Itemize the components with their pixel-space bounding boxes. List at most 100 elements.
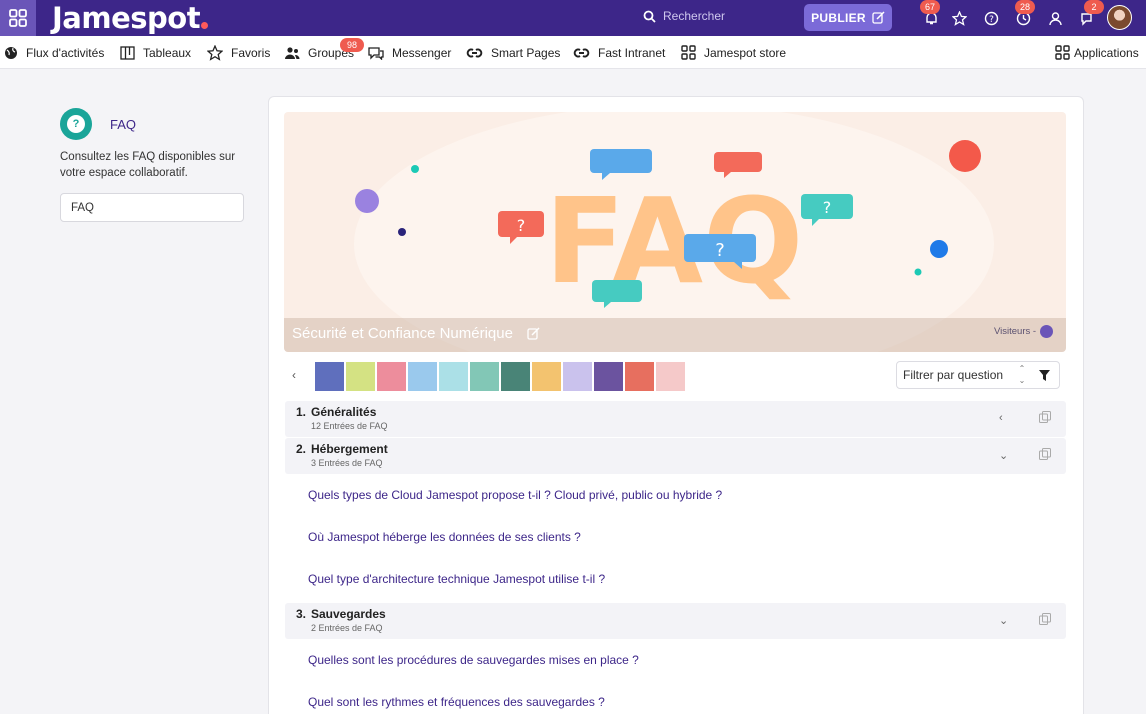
search-field[interactable]: Rechercher — [643, 9, 725, 23]
faq-section[interactable]: 3. Sauvegardes 2 Entrées de FAQ ⌄ — [285, 603, 1066, 639]
nav-item-messenger[interactable]: Messenger — [368, 36, 451, 69]
filter-label: Filtrer par question — [903, 368, 1004, 382]
thumbnails-prev-button[interactable]: ‹ — [292, 368, 296, 382]
faq-section[interactable]: 1. Généralités 12 Entrées de FAQ ‹ — [285, 401, 1066, 437]
user-avatar[interactable] — [1107, 5, 1132, 30]
link-icon — [573, 48, 590, 57]
nav-item-fast-intranet[interactable]: Fast Intranet — [573, 36, 665, 69]
messages-badge: 2 — [1084, 0, 1104, 14]
thumbnail-strip — [314, 361, 686, 392]
svg-text:?: ? — [823, 198, 832, 217]
help-icon: ? — [67, 115, 85, 133]
nav-item-store[interactable]: Jamespot store — [681, 36, 786, 69]
logo-text: Jamespot — [52, 1, 201, 35]
section-title: Généralités — [311, 405, 377, 419]
filter-icon[interactable] — [1039, 370, 1050, 381]
faq-illustration-text: FAQ — [545, 172, 804, 310]
nav-label: Smart Pages — [491, 45, 561, 60]
apps-grid-icon — [9, 9, 27, 27]
banner-thumbnail[interactable] — [562, 361, 593, 392]
notifications-badge: 67 — [920, 0, 940, 14]
banner-thumbnail[interactable] — [593, 361, 624, 392]
faq-question-link[interactable]: Quels types de Cloud Jamespot propose t-… — [308, 488, 722, 502]
nav-label: Flux d'activités — [26, 45, 105, 60]
search-icon — [643, 10, 656, 23]
chevron-down-icon[interactable]: ⌄ — [999, 449, 1008, 462]
section-title: Hébergement — [311, 442, 388, 456]
banner-thumbnail[interactable] — [345, 361, 376, 392]
profile-button[interactable] — [1046, 9, 1064, 27]
help-button[interactable]: ? — [982, 9, 1000, 27]
board-icon — [120, 45, 135, 60]
grid-icon — [1055, 45, 1070, 60]
faq-question-link[interactable]: Quel sont les rythmes et fréquences des … — [308, 695, 605, 709]
publish-label: PUBLIER — [811, 10, 866, 25]
nav-item-favorites[interactable]: Favoris — [207, 36, 270, 69]
logo-dot — [201, 21, 209, 29]
section-number: 2. — [296, 442, 307, 456]
nav-item-boards[interactable]: Tableaux — [120, 36, 191, 69]
svg-text:?: ? — [715, 240, 725, 261]
chevron-down-icon[interactable]: ⌄ — [999, 614, 1008, 627]
star-icon — [951, 10, 967, 26]
nav-label: Fast Intranet — [598, 45, 666, 60]
section-title: Sauvegardes — [311, 607, 386, 621]
banner-thumbnail[interactable] — [500, 361, 531, 392]
faq-question-link[interactable]: Où Jamespot héberge les données de ses c… — [308, 530, 581, 544]
star-icon — [207, 44, 223, 61]
section-number: 3. — [296, 607, 307, 621]
banner-thumbnail[interactable] — [655, 361, 686, 392]
history-badge: 28 — [1015, 0, 1035, 14]
nav-label: Favoris — [231, 45, 271, 60]
faq-question-link[interactable]: Quelles sont les procédures de sauvegard… — [308, 653, 639, 667]
faq-space-title: Sécurité et Confiance Numérique — [292, 325, 513, 342]
favorites-button[interactable] — [950, 9, 968, 27]
section-count: 2 Entrées de FAQ — [311, 623, 383, 633]
banner-title: Sécurité et Confiance Numérique — [292, 325, 540, 342]
user-icon — [1048, 11, 1062, 25]
faq-search-input[interactable] — [60, 193, 244, 222]
faq-title[interactable]: FAQ — [110, 117, 136, 132]
visibility-globe-icon — [1040, 325, 1054, 338]
group-icon — [285, 46, 300, 59]
copy-icon[interactable] — [1039, 448, 1051, 460]
filter-select[interactable]: Filtrer par question ⌃ ⌄ — [896, 361, 1060, 389]
banner-thumbnail[interactable] — [438, 361, 469, 392]
chat-icon — [368, 46, 384, 60]
visibility-indicator[interactable]: Visiteurs - — [994, 325, 1054, 338]
nav-label: Applications — [1074, 45, 1139, 60]
jamespot-logo[interactable]: Jamespot — [52, 0, 209, 36]
link-icon — [466, 48, 483, 57]
faq-section[interactable]: 2. Hébergement 3 Entrées de FAQ ⌄ — [285, 438, 1066, 474]
section-count: 3 Entrées de FAQ — [311, 458, 383, 468]
grid-icon — [681, 45, 696, 60]
faq-question-link[interactable]: Quel type d'architecture technique James… — [308, 572, 605, 586]
nav-item-applications[interactable]: Applications — [1055, 36, 1139, 69]
copy-icon[interactable] — [1039, 411, 1051, 423]
publish-button[interactable]: PUBLIER — [804, 4, 892, 31]
help-icon: ? — [984, 11, 998, 25]
faq-illustration: FAQ ? ? ? — [355, 140, 981, 310]
section-number: 1. — [296, 405, 307, 419]
banner-thumbnail[interactable] — [376, 361, 407, 392]
banner-thumbnail[interactable] — [407, 361, 438, 392]
nav-label: Tableaux — [143, 45, 192, 60]
banner-thumbnail[interactable] — [314, 361, 345, 392]
faq-app-icon: ? — [60, 108, 92, 140]
faq-banner: FAQ ? ? ? — [284, 112, 1066, 352]
visibility-label: Visiteurs - — [994, 326, 1037, 337]
nav-item-smart-pages[interactable]: Smart Pages — [466, 36, 560, 69]
banner-thumbnail[interactable] — [624, 361, 655, 392]
apps-grid-button[interactable] — [0, 0, 36, 36]
banner-thumbnail[interactable] — [469, 361, 500, 392]
banner-thumbnail[interactable] — [531, 361, 562, 392]
nav-label: Messenger — [392, 45, 452, 60]
nav-label: Jamespot store — [704, 45, 787, 60]
nav-item-activity[interactable]: Flux d'activités — [4, 36, 104, 69]
chevron-left-icon[interactable]: ‹ — [999, 412, 1003, 424]
copy-icon[interactable] — [1039, 613, 1051, 625]
section-count: 12 Entrées de FAQ — [311, 421, 388, 431]
sort-arrows-icon[interactable]: ⌃ ⌄ — [1016, 363, 1028, 387]
edit-icon[interactable] — [527, 327, 540, 340]
faq-description: Consultez les FAQ disponibles sur votre … — [60, 151, 236, 179]
